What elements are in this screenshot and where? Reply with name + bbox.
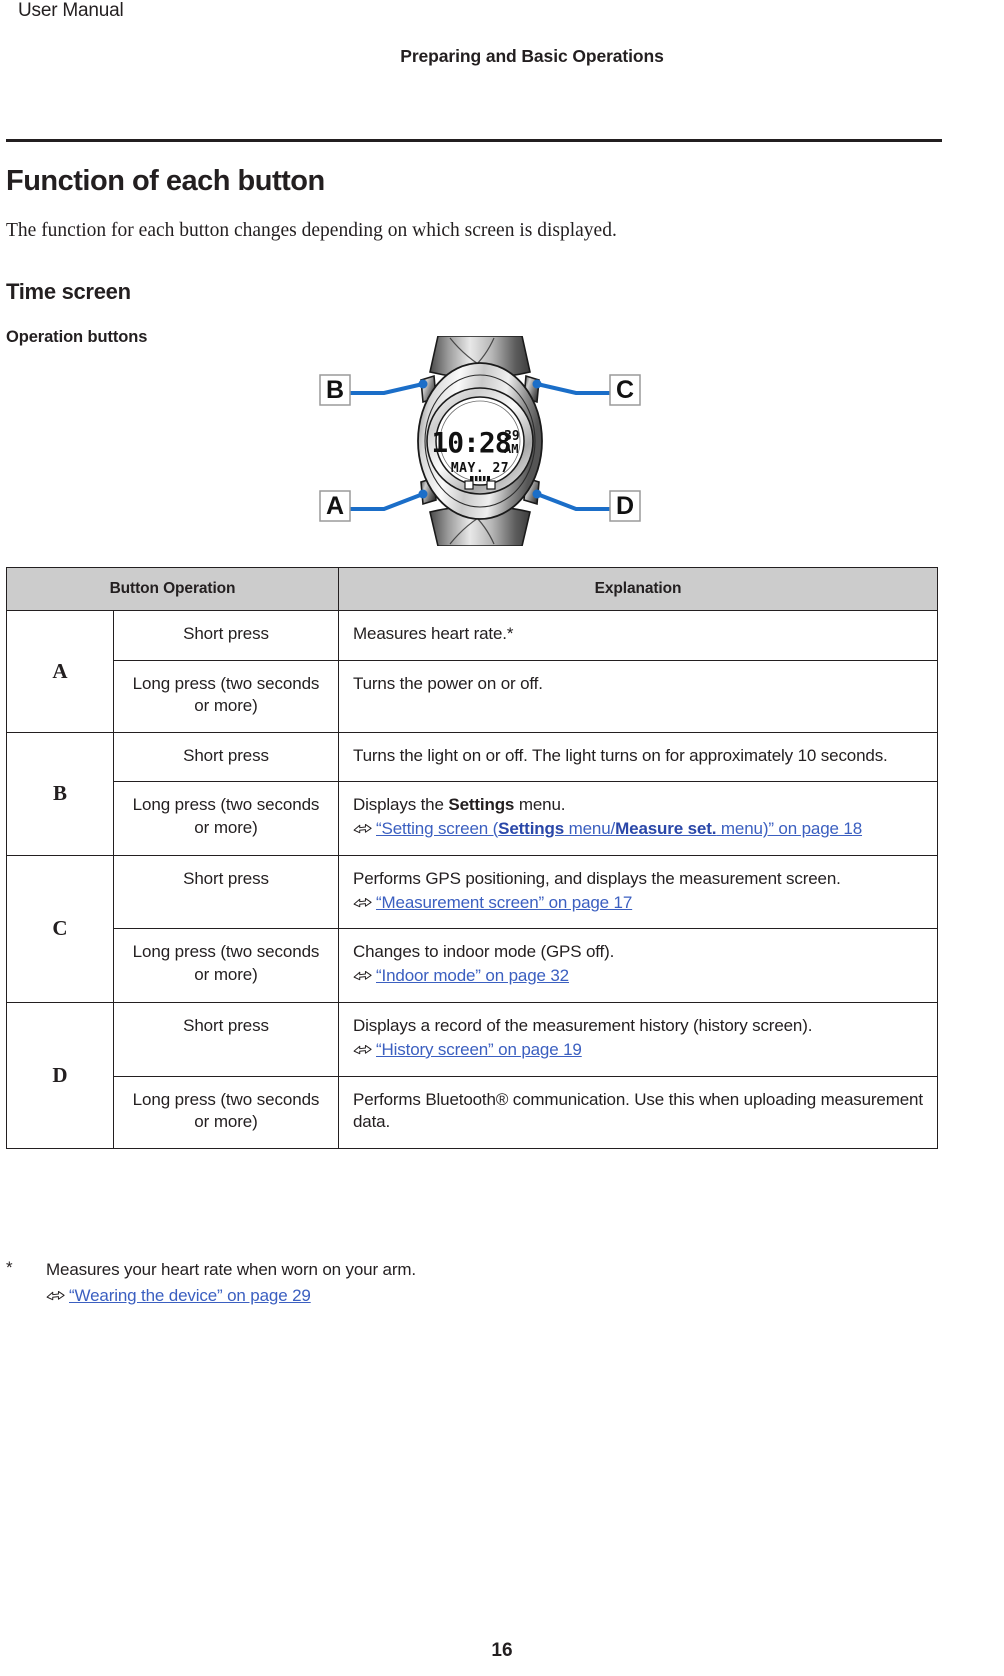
cross-reference-link-wearing-the-device[interactable]: “Wearing the device” on page 29 xyxy=(46,1284,936,1309)
row-explanation: Displays a record of the measurement his… xyxy=(338,1002,938,1077)
table-row: Long press (two seconds or more) Display… xyxy=(7,781,938,856)
page-title: Function of each button xyxy=(6,165,325,198)
xref-pre: “Setting screen ( xyxy=(376,819,499,839)
explanation-text: Performs Bluetooth® communication. Use t… xyxy=(353,1089,923,1132)
watch-diagram: 10:28 39 AM MAY. 27 B C A D xyxy=(280,336,680,546)
callout-box-a: A xyxy=(319,490,351,522)
svg-text:MAY. 27: MAY. 27 xyxy=(451,461,509,476)
table-row: D Short press Displays a record of the m… xyxy=(6,1001,938,1150)
explanation-text-post: menu. xyxy=(514,795,566,815)
pointing-hand-icon xyxy=(353,1043,373,1056)
explanation-text: Measures heart rate.* xyxy=(353,624,514,643)
footnote-body: Measures your heart rate when worn on yo… xyxy=(46,1258,936,1308)
xref-text: “Measurement screen” on page 17 xyxy=(376,892,633,912)
table-row: B Short press Turns the light on or off.… xyxy=(6,731,938,856)
table-row: Long press (two seconds or more) Turns t… xyxy=(7,659,938,733)
row-operation-label: Long press (two seconds or more) xyxy=(113,1075,339,1150)
row-operation-label: Long press (two seconds or more) xyxy=(113,659,339,733)
svg-text:A: A xyxy=(326,492,344,520)
document-header: User Manual Preparing and Basic Operatio… xyxy=(0,0,1004,100)
footnote-marker: * xyxy=(6,1258,13,1277)
column-header-button-operation: Button Operation xyxy=(6,567,339,611)
subsection-heading-operation-buttons: Operation buttons xyxy=(6,327,148,346)
row-explanation: Displays the Settings menu. “Setting scr… xyxy=(338,781,938,856)
explanation-term-settings: Settings xyxy=(448,795,515,815)
footnote-text: Measures your heart rate when worn on yo… xyxy=(46,1260,416,1279)
row-explanation: Measures heart rate.* xyxy=(338,610,938,661)
svg-text:C: C xyxy=(616,376,634,404)
row-explanation: Turns the light on or off. The light tur… xyxy=(338,731,938,783)
manual-page: User Manual Preparing and Basic Operatio… xyxy=(0,0,1004,1676)
header-divider-rule xyxy=(6,139,942,142)
cross-reference-link-history-screen[interactable]: “History screen” on page 19 xyxy=(353,1039,923,1062)
row-operation-label: Short press xyxy=(113,1002,339,1077)
xref-post: menu)” on page 18 xyxy=(716,819,863,839)
table-row: Long press (two seconds or more) Changes… xyxy=(7,928,938,1003)
xref-mid: menu/ xyxy=(564,819,616,839)
svg-text:B: B xyxy=(326,376,344,404)
row-explanation: Changes to indoor mode (GPS off). “Indoo… xyxy=(338,928,938,1003)
explanation-text-pre: Displays the xyxy=(353,795,449,815)
xref-text: “History screen” on page 19 xyxy=(376,1039,582,1059)
row-explanation: Performs GPS positioning, and displays t… xyxy=(338,854,938,930)
xref-text: “Indoor mode” on page 32 xyxy=(376,966,569,986)
row-operation-label: Short press xyxy=(113,854,339,930)
row-operation-label: Long press (two seconds or more) xyxy=(113,928,339,1003)
page-number: 16 xyxy=(491,1640,513,1661)
explanation-text: Turns the power on or off. xyxy=(353,673,543,693)
footnote: * Measures your heart rate when worn on … xyxy=(6,1258,936,1308)
callout-box-b: B xyxy=(319,374,351,406)
header-chapter-title: Preparing and Basic Operations xyxy=(400,46,664,66)
table-row: Long press (two seconds or more) Perform… xyxy=(7,1075,938,1150)
row-explanation: Performs Bluetooth® communication. Use t… xyxy=(338,1075,938,1150)
svg-text:AM: AM xyxy=(504,442,518,456)
row-button-label-a: A xyxy=(6,610,114,733)
pointing-hand-icon xyxy=(353,969,373,982)
explanation-text: Turns the light on or off. The light tur… xyxy=(353,745,888,765)
explanation-text: Performs GPS positioning, and displays t… xyxy=(353,868,841,888)
cross-reference-link-setting-screen[interactable]: “Setting screen (Settings menu/Measure s… xyxy=(353,818,923,841)
xref-term-settings: Settings xyxy=(498,819,565,839)
svg-text:10:28: 10:28 xyxy=(431,426,510,459)
row-button-label-c: C xyxy=(6,854,114,1004)
xref-term-measure-set: Measure set. xyxy=(615,819,717,839)
header-manual-label: User Manual xyxy=(18,0,124,21)
callout-box-c: C xyxy=(609,374,641,406)
explanation-text: Displays the Settings menu. xyxy=(353,795,565,814)
table-row: C Short press Performs GPS positioning, … xyxy=(6,854,938,1004)
pointing-hand-icon xyxy=(46,1289,66,1302)
table-header-row: Button Operation Explanation xyxy=(6,567,938,611)
row-operation-label: Long press (two seconds or more) xyxy=(113,781,339,856)
row-explanation: Turns the power on or off. xyxy=(338,659,938,733)
explanation-text: Changes to indoor mode (GPS off). xyxy=(353,942,615,962)
pointing-hand-icon xyxy=(353,822,373,835)
section-heading-time-screen: Time screen xyxy=(6,279,131,305)
xref-text: “Wearing the device” on page 29 xyxy=(69,1285,311,1305)
svg-text:D: D xyxy=(616,492,634,520)
button-operation-table: Button Operation Explanation A Short pre… xyxy=(6,567,938,1150)
row-operation-label: Short press xyxy=(113,731,339,783)
row-operation-label: Short press xyxy=(113,610,339,661)
cross-reference-link-indoor-mode[interactable]: “Indoor mode” on page 32 xyxy=(353,965,923,988)
column-header-explanation: Explanation xyxy=(338,567,938,611)
callout-box-d: D xyxy=(609,490,641,522)
cross-reference-link-measurement-screen[interactable]: “Measurement screen” on page 17 xyxy=(353,892,923,915)
table-row: A Short press Measures heart rate.* xyxy=(6,610,938,733)
pointing-hand-icon xyxy=(353,896,373,909)
explanation-text: Displays a record of the measurement his… xyxy=(353,1016,813,1035)
row-button-label-b: B xyxy=(6,731,114,856)
intro-paragraph: The function for each button changes dep… xyxy=(6,219,617,241)
row-button-label-d: D xyxy=(6,1001,114,1150)
